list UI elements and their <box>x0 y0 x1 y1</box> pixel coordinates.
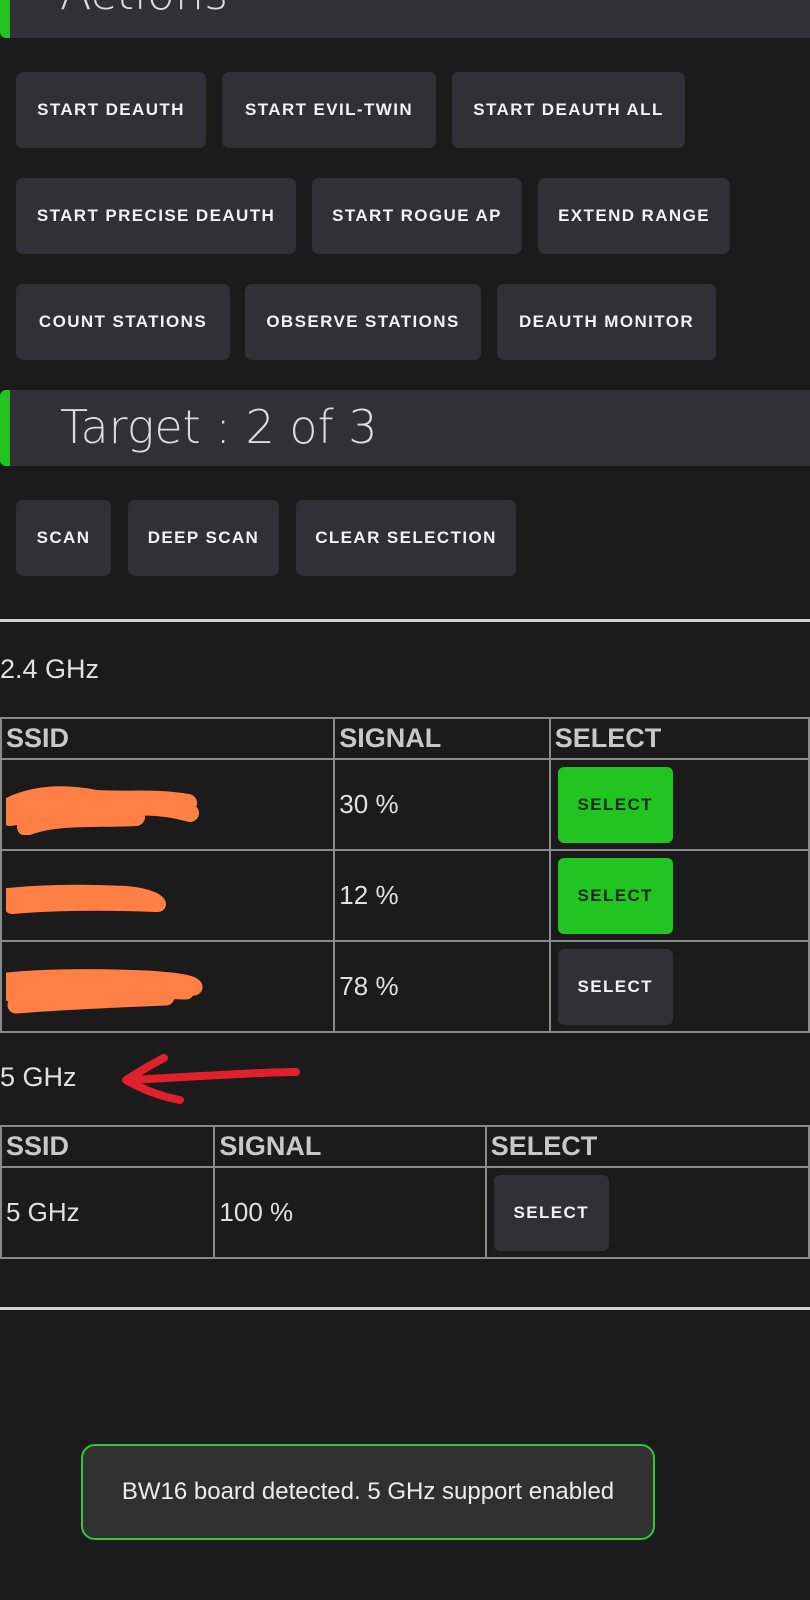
signal-cell: 30 % <box>333 758 551 851</box>
red-arrow-annotation <box>122 1054 300 1104</box>
redaction-scribble <box>6 866 206 926</box>
start-deauth-button[interactable]: START DEAUTH <box>16 72 206 148</box>
actions-section-header: Actions <box>0 0 810 38</box>
clear-selection-button[interactable]: CLEAR SELECTION <box>296 500 516 576</box>
target-section-header: Target : 2 of 3 <box>0 390 810 466</box>
section-divider <box>0 619 810 622</box>
target-title: Target : 2 of 3 <box>60 400 378 454</box>
signal-cell: 100 % <box>213 1166 487 1259</box>
redaction-scribble <box>6 957 206 1017</box>
start-evil-twin-button[interactable]: START EVIL-TWIN <box>222 72 436 148</box>
start-deauth-all-button[interactable]: START DEAUTH ALL <box>452 72 685 148</box>
page: Actions START DEAUTH START EVIL-TWIN STA… <box>0 0 810 1600</box>
deauth-monitor-button[interactable]: DEAUTH MONITOR <box>497 284 716 360</box>
actions-title: Actions <box>60 0 228 16</box>
select-cell: SELECT <box>548 940 810 1033</box>
band-24-label: 2.4 GHz <box>0 654 100 684</box>
start-rogue-ap-button[interactable]: START ROGUE AP <box>312 178 522 254</box>
scan-button[interactable]: SCAN <box>16 500 111 576</box>
section-divider <box>0 1307 810 1310</box>
count-stations-button[interactable]: COUNT STATIONS <box>16 284 230 360</box>
select-column-header: SELECT <box>548 717 810 760</box>
ssid-cell <box>0 758 336 851</box>
select-button[interactable]: SELECT <box>557 766 673 843</box>
ssid-cell <box>0 940 336 1033</box>
select-button[interactable]: SELECT <box>557 857 673 934</box>
select-column-header: SELECT <box>484 1125 810 1168</box>
signal-cell: 78 % <box>333 940 551 1033</box>
ssid-cell: 5 GHz <box>0 1166 216 1259</box>
ssid-cell <box>0 849 336 942</box>
table-row: 12 % SELECT <box>0 849 810 942</box>
networks-table-24ghz: SSID SIGNAL SELECT 30 % SELECT 12 % SELE… <box>0 717 810 1033</box>
select-button[interactable]: SELECT <box>557 948 673 1025</box>
observe-stations-button[interactable]: OBSERVE STATIONS <box>245 284 481 360</box>
table-header-row: SSID SIGNAL SELECT <box>0 717 810 760</box>
signal-column-header: SIGNAL <box>333 717 551 760</box>
deep-scan-button[interactable]: DEEP SCAN <box>128 500 279 576</box>
start-precise-deauth-button[interactable]: START PRECISE DEAUTH <box>16 178 296 254</box>
ssid-column-header: SSID <box>0 717 336 760</box>
table-row: 30 % SELECT <box>0 758 810 851</box>
toast-message: BW16 board detected. 5 GHz support enabl… <box>121 1478 615 1505</box>
band-5-label: 5 GHz <box>0 1062 77 1092</box>
table-row: 78 % SELECT <box>0 940 810 1033</box>
extend-range-button[interactable]: EXTEND RANGE <box>538 178 730 254</box>
networks-table-5ghz: SSID SIGNAL SELECT 5 GHz 100 % SELECT <box>0 1125 810 1259</box>
signal-cell: 12 % <box>333 849 551 942</box>
toast-notification: BW16 board detected. 5 GHz support enabl… <box>81 1444 655 1540</box>
table-row: 5 GHz 100 % SELECT <box>0 1166 810 1259</box>
table-header-row: SSID SIGNAL SELECT <box>0 1125 810 1168</box>
select-button[interactable]: SELECT <box>493 1174 609 1251</box>
select-cell: SELECT <box>484 1166 810 1259</box>
signal-column-header: SIGNAL <box>213 1125 487 1168</box>
select-cell: SELECT <box>548 758 810 851</box>
redaction-scribble <box>6 775 206 835</box>
select-cell: SELECT <box>548 849 810 942</box>
ssid-column-header: SSID <box>0 1125 216 1168</box>
